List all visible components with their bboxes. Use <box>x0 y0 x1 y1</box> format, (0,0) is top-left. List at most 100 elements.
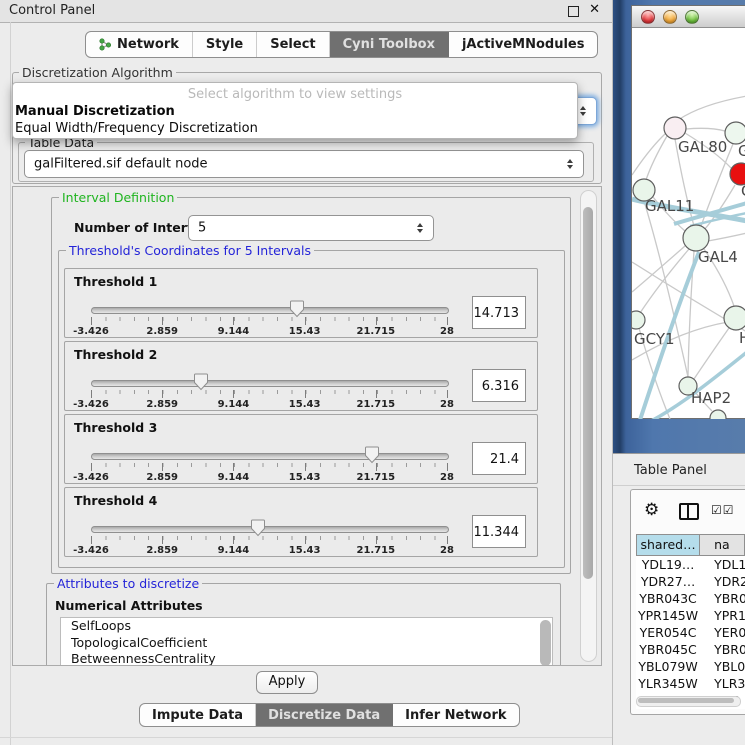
table-scrollbar-thumb[interactable] <box>638 698 734 703</box>
threshold-slider[interactable]: -3.4262.8599.14415.4321.71528 <box>91 451 447 477</box>
table-cell: YBL079W <box>636 658 700 675</box>
float-icon[interactable] <box>568 6 579 17</box>
tick-label: 2.859 <box>146 545 178 556</box>
tick-label: 9.144 <box>218 326 250 337</box>
column-header[interactable]: shared… <box>636 534 700 556</box>
tab-cyni-toolbox[interactable]: Cyni Toolbox <box>330 32 449 57</box>
tick-label: 9.144 <box>218 545 250 556</box>
mac-close-icon[interactable] <box>641 10 655 24</box>
table-cell: YDR2 <box>700 573 745 590</box>
tick-label: 21.715 <box>357 545 396 556</box>
number-of-intervals-combobox[interactable]: 5 <box>188 215 434 241</box>
network-edge[interactable] <box>632 133 666 175</box>
attributes-list-scrollbar[interactable] <box>540 620 551 666</box>
tick-label: 28 <box>440 472 454 483</box>
split-columns-icon[interactable] <box>679 503 699 520</box>
network-canvas[interactable]: GAL80GALCGAL11GAL4GCY1HHAP2 <box>632 27 745 419</box>
slider-track[interactable] <box>91 380 449 387</box>
network-node[interactable] <box>632 311 645 329</box>
settings-scroll-area: Interval Definition Number of Intervals … <box>12 186 602 666</box>
network-edge[interactable] <box>708 233 745 241</box>
tick-label: 9.144 <box>218 399 250 410</box>
network-node[interactable] <box>724 306 745 330</box>
slider-tick-labels: -3.4262.8599.14415.4321.71528 <box>91 326 447 337</box>
dropdown-option[interactable]: Equal Width/Frequency Discretization <box>13 120 577 137</box>
network-node[interactable] <box>710 410 726 419</box>
table-row[interactable]: YBL079WYBL0 <box>636 658 745 675</box>
network-edge[interactable] <box>678 96 745 120</box>
dropdown-option[interactable]: Manual Discretization <box>13 103 577 120</box>
table-row[interactable]: YBR043CYBR0 <box>636 590 745 607</box>
slider-handle[interactable] <box>289 300 305 318</box>
table-cell: YBL0 <box>700 658 745 675</box>
network-node[interactable] <box>664 117 686 139</box>
tab-network[interactable]: Network <box>86 32 193 57</box>
threshold-label: Threshold 3 <box>74 420 157 435</box>
apply-button[interactable]: Apply <box>256 671 318 694</box>
bottom-tab-impute-data[interactable]: Impute Data <box>140 704 256 726</box>
network-node[interactable] <box>725 122 745 144</box>
threshold-box: Threshold 1 -3.4262.8599.14415.4321.7152… <box>64 268 538 338</box>
table-cell: YLR345W <box>636 675 700 692</box>
settings-scrollbar[interactable] <box>580 190 597 662</box>
threshold-value-field[interactable]: 14.713 <box>472 296 526 329</box>
table-panel-separator <box>613 485 745 486</box>
table-panel: Table Panel ⚙ ☑☑ shared…na YDL19…YDL1YDR… <box>613 453 745 745</box>
table-row[interactable]: YLR345WYLR3 <box>636 675 745 692</box>
table-panel-box: ⚙ ☑☑ shared…na YDL19…YDL1YDR27…YDR2YBR04… <box>630 489 745 715</box>
tab-jactivemnodules[interactable]: jActiveMNodules <box>449 32 598 57</box>
attribute-item[interactable]: TopologicalCoefficient <box>61 635 552 652</box>
table-row[interactable]: YPR145WYPR1 <box>636 607 745 624</box>
combo-stepper-icon[interactable] <box>580 98 589 124</box>
threshold-value-field[interactable]: 11.344 <box>472 515 526 548</box>
mac-zoom-icon[interactable] <box>685 10 699 24</box>
algorithm-dropdown-popup: Select algorithm to view settings Manual… <box>12 82 578 139</box>
threshold-slider[interactable]: -3.4262.8599.14415.4321.71528 <box>91 524 447 550</box>
threshold-box: Threshold 2 -3.4262.8599.14415.4321.7152… <box>64 341 538 411</box>
network-window: GAL80GALCGAL11GAL4GCY1HHAP2 <box>631 5 745 419</box>
slider-track[interactable] <box>91 526 449 533</box>
slider-handle[interactable] <box>250 519 266 537</box>
table-row[interactable]: YER054CYER0 <box>636 624 745 641</box>
attribute-item[interactable]: SelfLoops <box>61 618 552 635</box>
combo-stepper-icon[interactable] <box>417 216 426 240</box>
table-horizontal-scrollbar[interactable] <box>636 696 741 707</box>
slider-handle[interactable] <box>193 373 209 391</box>
threshold-value-field[interactable]: 21.4 <box>472 442 526 475</box>
bottom-tab-discretize-data[interactable]: Discretize Data <box>256 704 393 726</box>
threshold-label: Threshold 1 <box>74 274 157 289</box>
tab-style[interactable]: Style <box>193 32 257 57</box>
table-cell: YER0 <box>700 624 745 641</box>
table-data-combobox[interactable]: galFiltered.sif default node <box>24 150 584 178</box>
tick-label: 28 <box>440 545 454 556</box>
table-header-row: shared…na <box>636 534 745 556</box>
slider-track[interactable] <box>91 453 449 460</box>
network-edge[interactable] <box>686 128 725 131</box>
slider-track[interactable] <box>91 307 449 314</box>
close-icon[interactable]: ✕ <box>589 2 600 17</box>
mac-minimize-icon[interactable] <box>663 10 677 24</box>
table-cell: YDL1 <box>700 556 745 573</box>
numerical-attributes-list[interactable]: SelfLoopsTopologicalCoefficientBetweenne… <box>60 617 553 666</box>
threshold-slider[interactable]: -3.4262.8599.14415.4321.71528 <box>91 305 447 331</box>
table-row[interactable]: YDL19…YDL1 <box>636 556 745 573</box>
slider-ticks <box>91 536 447 544</box>
bottom-tab-infer-network[interactable]: Infer Network <box>393 704 518 726</box>
checkbox-icons[interactable]: ☑☑ <box>711 503 735 517</box>
table-row[interactable]: YDR27…YDR2 <box>636 573 745 590</box>
table-row[interactable]: YBR045CYBR0 <box>636 641 745 658</box>
column-header[interactable]: na <box>700 534 745 556</box>
slider-ticks <box>91 317 447 325</box>
settings-scrollbar-thumb[interactable] <box>583 207 593 579</box>
combo-stepper-icon[interactable] <box>567 151 576 177</box>
control-panel-titlebar: Control Panel ✕ <box>0 0 612 23</box>
slider-handle[interactable] <box>364 446 380 464</box>
slider-tick-labels: -3.4262.8599.14415.4321.71528 <box>91 399 447 410</box>
attribute-item[interactable]: BetweennessCentrality <box>61 651 552 666</box>
threshold-slider[interactable]: -3.4262.8599.14415.4321.71528 <box>91 378 447 404</box>
threshold-value-field[interactable]: 6.316 <box>472 369 526 402</box>
dropdown-prompt: Select algorithm to view settings <box>13 86 577 103</box>
network-node-label: HAP2 <box>691 389 731 407</box>
tab-select[interactable]: Select <box>257 32 329 57</box>
gear-icon[interactable]: ⚙ <box>644 500 659 520</box>
